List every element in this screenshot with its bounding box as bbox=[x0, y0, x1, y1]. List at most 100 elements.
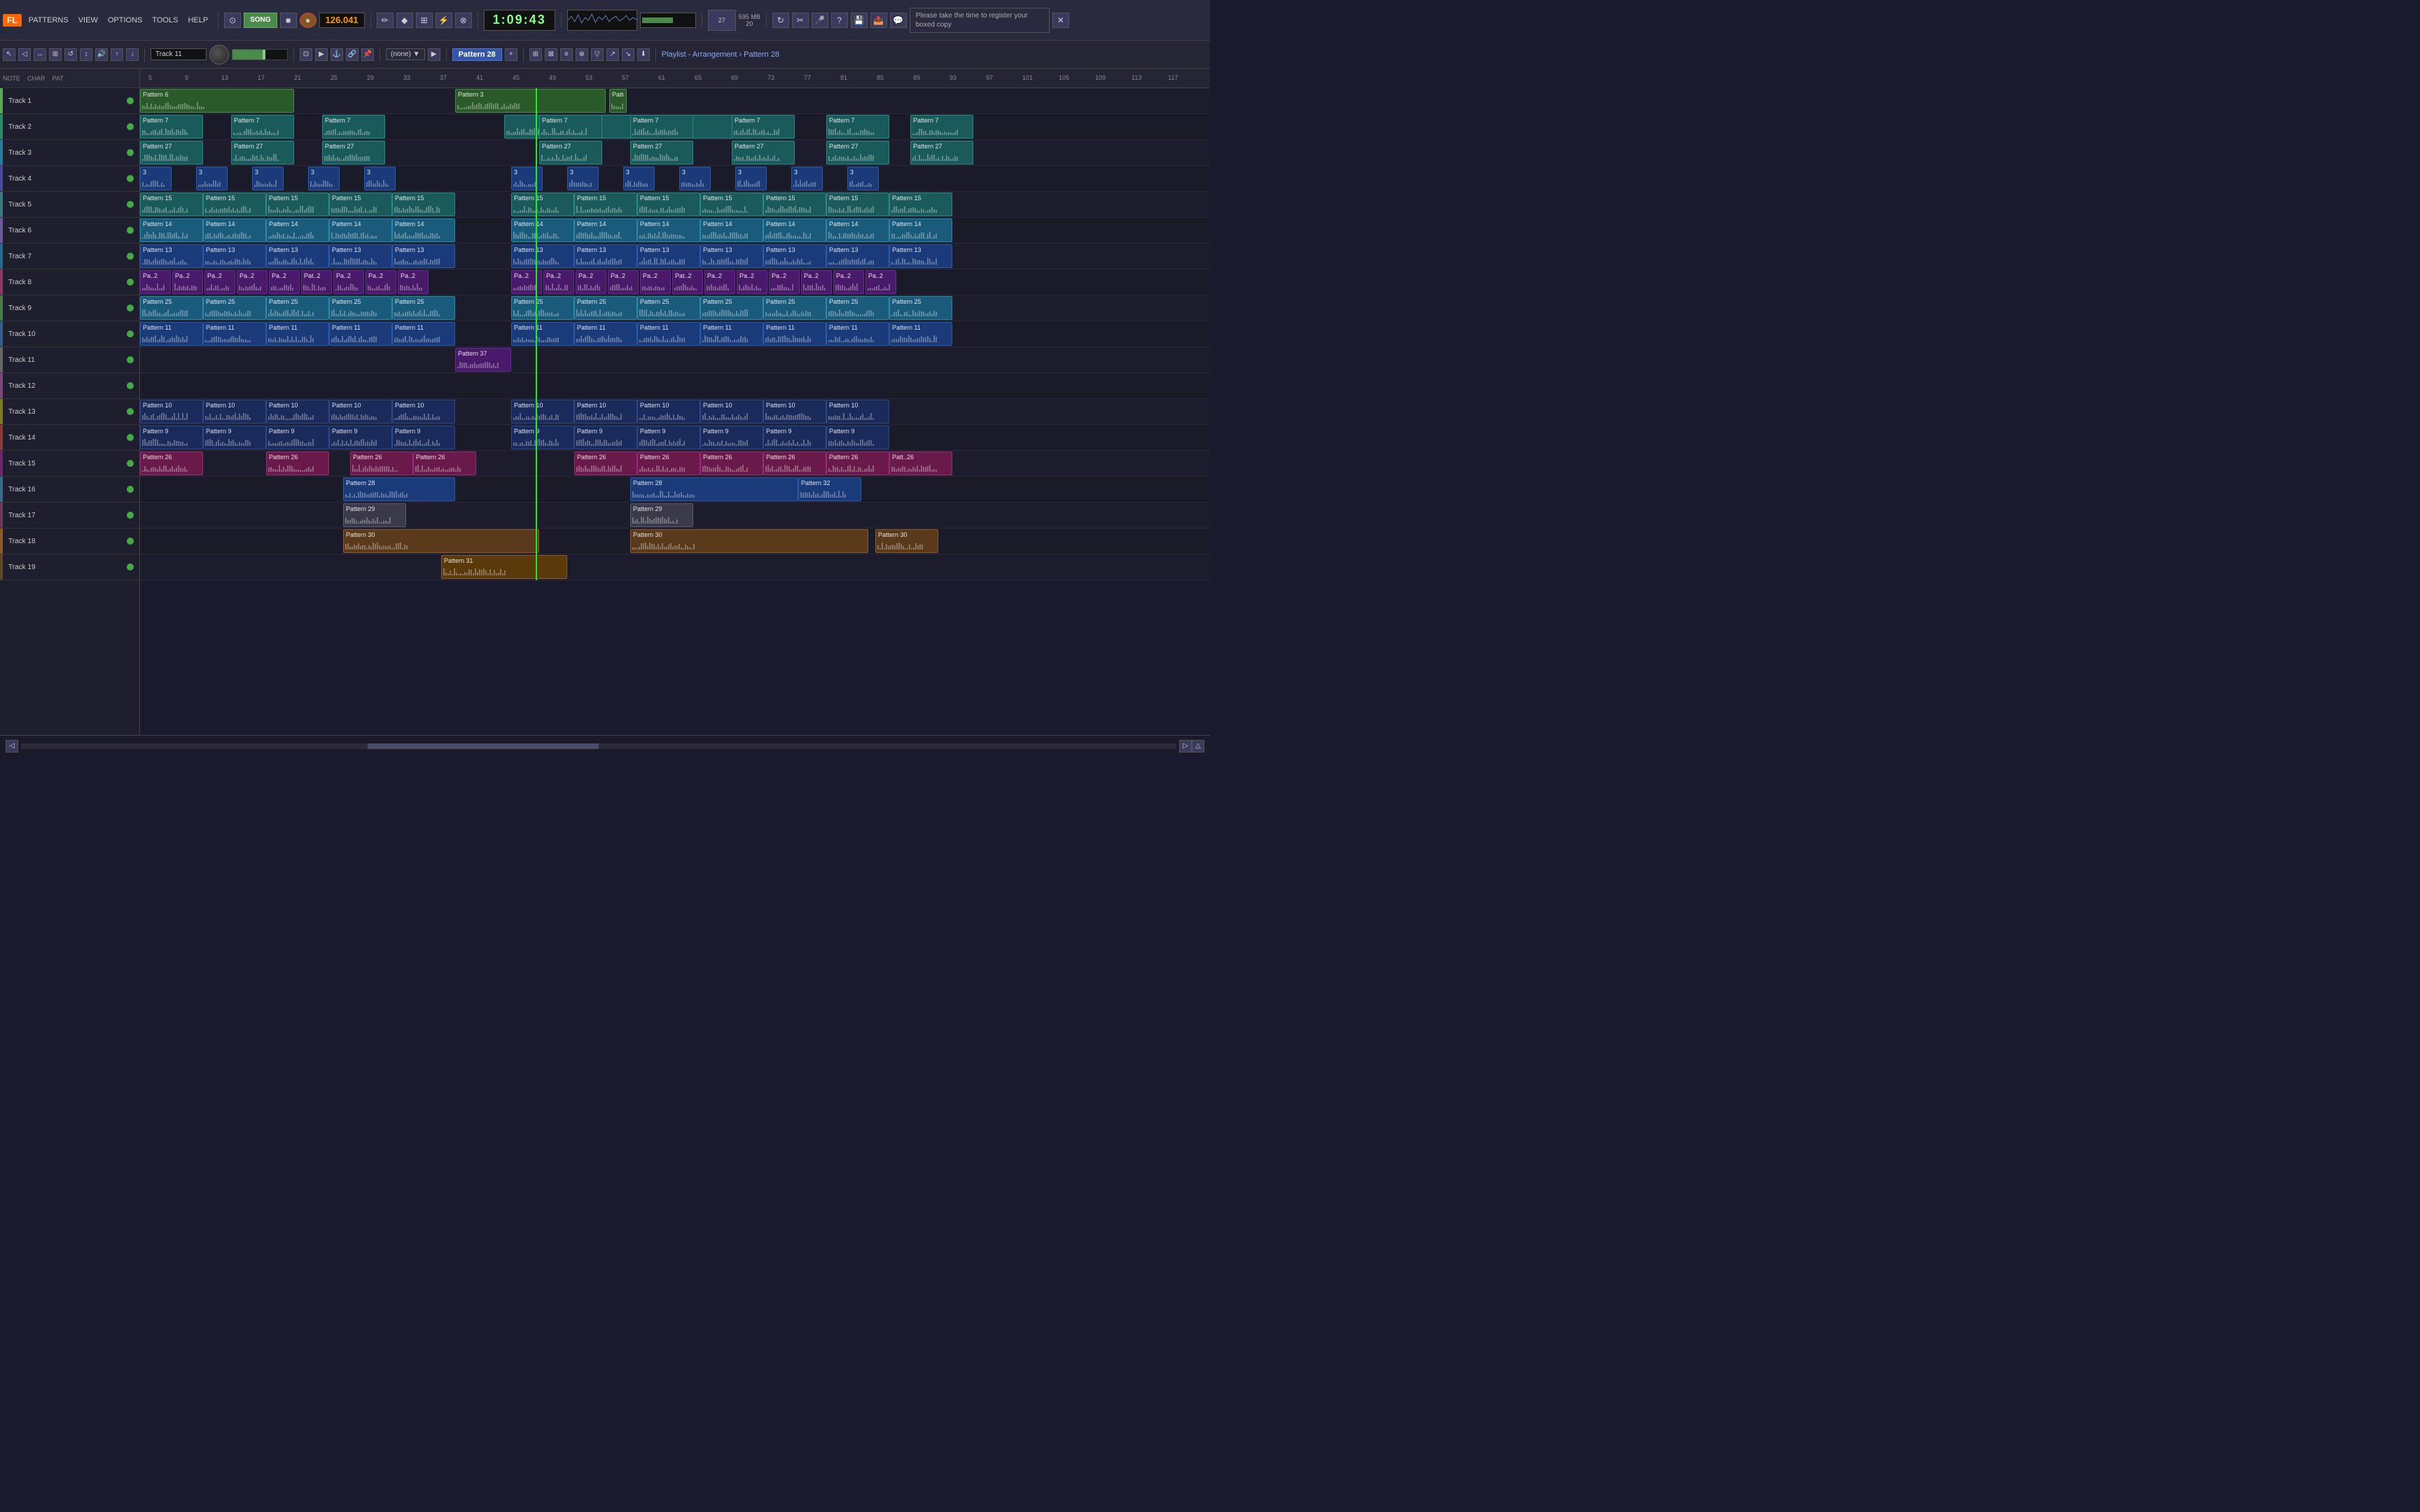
pattern-block[interactable]: Pattern 15 bbox=[392, 192, 455, 216]
move2-btn[interactable]: ↘ bbox=[622, 48, 634, 61]
zoom-tool[interactable]: ⚡ bbox=[436, 13, 452, 28]
pattern-block[interactable]: Pattern 30 bbox=[630, 529, 868, 553]
pattern-block[interactable]: Pa..2 bbox=[640, 270, 671, 294]
pattern-block[interactable]: Pattern 10 bbox=[329, 400, 392, 424]
move-btn[interactable]: ↗ bbox=[606, 48, 619, 61]
arrange-row-8[interactable]: Pa..2Pa..2Pa..2Pa..2Pa..2Pat..2Pa..2Pa..… bbox=[140, 270, 1210, 295]
pattern-block[interactable]: Pattern 11 bbox=[574, 322, 637, 346]
pattern-block[interactable]: Pa..2 bbox=[576, 270, 606, 294]
pattern-block[interactable]: Pa..2 bbox=[204, 270, 235, 294]
pattern-block[interactable]: 3 bbox=[735, 167, 767, 190]
track-row-16[interactable]: Track 16 bbox=[0, 477, 139, 503]
pattern-block[interactable]: Pattern 14 bbox=[266, 218, 329, 242]
track-vol-6[interactable] bbox=[127, 227, 134, 234]
slice-tool[interactable]: ⊗ bbox=[455, 13, 472, 28]
pattern-block[interactable]: Pattern 13 bbox=[511, 244, 574, 268]
track-row-8[interactable]: Track 8 bbox=[0, 270, 139, 295]
pattern-block[interactable]: Pattern 10 bbox=[700, 400, 763, 424]
track-row-1[interactable]: Track 1 bbox=[0, 88, 139, 114]
track-row-19[interactable]: Track 19 bbox=[0, 554, 139, 580]
scroll-up-btn[interactable]: △ bbox=[1192, 740, 1204, 752]
pattern-block[interactable]: Pattern 11 bbox=[763, 322, 826, 346]
pattern-block[interactable]: Pattern 25 bbox=[700, 296, 763, 320]
pattern-block[interactable]: Pattern 30 bbox=[875, 529, 938, 553]
pattern-block[interactable]: Patt..26 bbox=[889, 451, 952, 475]
pattern-block[interactable]: Pattern 13 bbox=[392, 244, 455, 268]
loop-tool[interactable]: ↔ bbox=[34, 48, 46, 61]
pattern-block[interactable]: Pattern 14 bbox=[763, 218, 826, 242]
pattern-block[interactable]: Pattern 26 bbox=[700, 451, 763, 475]
back-tool[interactable]: ◁ bbox=[18, 48, 31, 61]
pattern-block[interactable]: Pattern 10 bbox=[826, 400, 889, 424]
pattern-block[interactable]: Pattern 27 bbox=[826, 141, 889, 164]
pattern-block[interactable]: Pa..2 bbox=[801, 270, 832, 294]
pattern-block[interactable]: Pattern 13 bbox=[329, 244, 392, 268]
scroll-left-btn[interactable]: ◁ bbox=[6, 740, 18, 752]
pattern-block[interactable]: Pattern 25 bbox=[763, 296, 826, 320]
sticker-btn[interactable]: 📌 bbox=[361, 48, 374, 61]
pattern-block[interactable]: Pattern 13 bbox=[826, 244, 889, 268]
arrange-row-19[interactable]: Pattern 31 bbox=[140, 554, 1210, 580]
arrange-row-12[interactable] bbox=[140, 373, 1210, 399]
track-vol-19[interactable] bbox=[127, 564, 134, 570]
pattern-block[interactable]: Pattern 15 bbox=[763, 192, 826, 216]
pattern-block[interactable]: Pattern 14 bbox=[140, 218, 203, 242]
pattern-block[interactable]: Pattern 27 bbox=[539, 141, 602, 164]
menu-help[interactable]: HELP bbox=[183, 15, 212, 26]
pattern-block[interactable]: Pattern 9 bbox=[140, 426, 203, 449]
pattern-block[interactable]: 3 bbox=[791, 167, 823, 190]
pattern-block[interactable]: Pattern 13 bbox=[763, 244, 826, 268]
menu-options[interactable]: OPTIONS bbox=[104, 15, 147, 26]
pattern-block[interactable]: Pattern 7 bbox=[231, 115, 294, 139]
play-pattern-btn[interactable]: ▶ bbox=[428, 48, 440, 61]
pattern-block[interactable]: Pattern 26 bbox=[266, 451, 329, 475]
pattern-block[interactable]: Pattern 29 bbox=[343, 503, 406, 527]
chat-icon[interactable]: 💬 bbox=[890, 13, 907, 28]
track-vol-8[interactable] bbox=[127, 279, 134, 286]
pattern-block[interactable]: Pa..2 bbox=[608, 270, 639, 294]
track-vol-12[interactable] bbox=[127, 382, 134, 389]
pattern-block[interactable]: Pattern 15 bbox=[140, 192, 203, 216]
tempo-display[interactable]: 126.041 bbox=[319, 13, 365, 28]
arrange-row-1[interactable]: Pattern 6Pattern 3Pattern 6 bbox=[140, 88, 1210, 114]
pattern-block[interactable]: Pattern 25 bbox=[203, 296, 266, 320]
pattern-block[interactable]: Pattern 11 bbox=[329, 322, 392, 346]
track-row-10[interactable]: Track 10 bbox=[0, 321, 139, 347]
pattern-block[interactable]: Pattern 26 bbox=[763, 451, 826, 475]
pattern-block[interactable]: Pattern 9 bbox=[574, 426, 637, 449]
draw-tool[interactable]: ✏ bbox=[377, 13, 394, 28]
mixer-icon[interactable]: ⊙ bbox=[224, 13, 241, 28]
pattern-block[interactable]: Pattern 15 bbox=[637, 192, 700, 216]
pattern-block[interactable]: Pattern 10 bbox=[637, 400, 700, 424]
pattern-block[interactable]: Pattern 13 bbox=[574, 244, 637, 268]
track-row-2[interactable]: Track 2 bbox=[0, 114, 139, 140]
refresh-icon[interactable]: ↻ bbox=[772, 13, 789, 28]
pattern-block[interactable]: Pattern 9 bbox=[329, 426, 392, 449]
pattern-block[interactable]: Pattern 27 bbox=[630, 141, 693, 164]
pattern-block[interactable]: Pattern 25 bbox=[266, 296, 329, 320]
pattern-block[interactable]: Pattern 13 bbox=[140, 244, 203, 268]
pattern-block[interactable]: Pattern 26 bbox=[140, 451, 203, 475]
pattern-block[interactable]: Pa..2 bbox=[237, 270, 267, 294]
track-row-18[interactable]: Track 18 bbox=[0, 528, 139, 554]
track-row-3[interactable]: Track 3 bbox=[0, 140, 139, 166]
pattern-block[interactable]: Pattern 7 bbox=[910, 115, 973, 139]
pattern-block[interactable]: Pattern 11 bbox=[203, 322, 266, 346]
pattern-block[interactable]: Pattern 14 bbox=[574, 218, 637, 242]
pattern-btn2[interactable]: ⊠ bbox=[545, 48, 557, 61]
pattern-block[interactable]: Pattern 13 bbox=[700, 244, 763, 268]
pattern-block[interactable]: Pa..2 bbox=[366, 270, 396, 294]
pattern-block[interactable]: Pattern 9 bbox=[511, 426, 574, 449]
pattern-block[interactable]: Pattern 7 bbox=[732, 115, 795, 139]
track-row-12[interactable]: Track 12 bbox=[0, 373, 139, 399]
pattern-block[interactable]: Pattern 7 bbox=[322, 115, 385, 139]
down-icon[interactable]: ⬇ bbox=[637, 48, 650, 61]
down-tool[interactable]: ↓ bbox=[126, 48, 139, 61]
pattern-block[interactable]: Pattern 7 bbox=[539, 115, 602, 139]
pattern-block[interactable]: Pa..2 bbox=[333, 270, 364, 294]
pattern-block[interactable]: Pattern 14 bbox=[826, 218, 889, 242]
fx-btn[interactable]: ⊕ bbox=[576, 48, 588, 61]
snap-tool[interactable]: ⊞ bbox=[49, 48, 62, 61]
pattern-block[interactable]: Pattern 15 bbox=[203, 192, 266, 216]
song-button[interactable]: SONG bbox=[244, 13, 277, 28]
